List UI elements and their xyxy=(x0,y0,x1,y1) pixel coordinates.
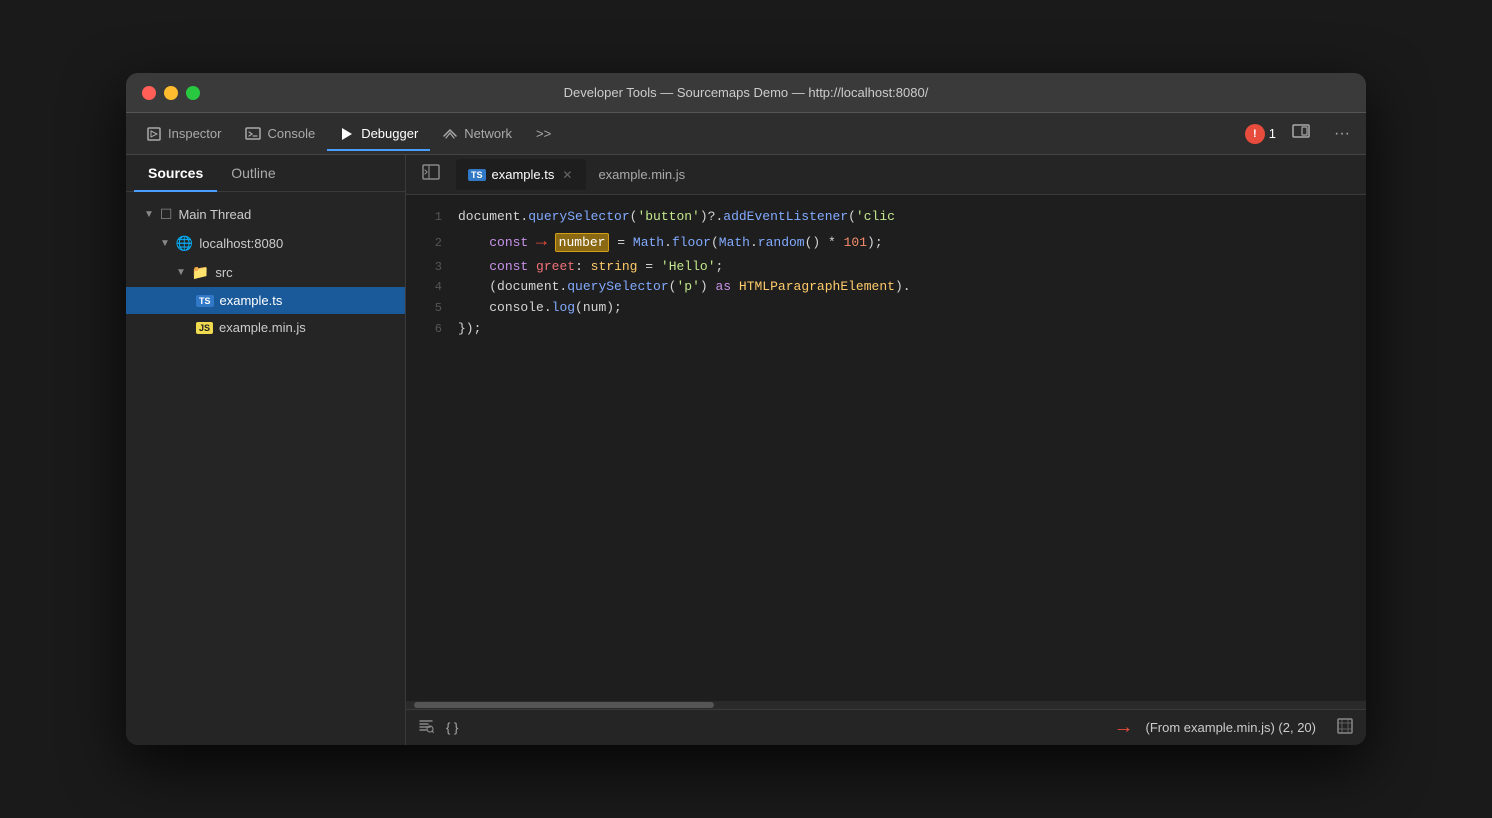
more-tools-icon: ··· xyxy=(1334,125,1350,142)
code-line-1: 1 document.querySelector('button')?.addE… xyxy=(406,207,1366,228)
scrollbar-thumb[interactable] xyxy=(414,702,714,708)
tab-debugger[interactable]: Debugger xyxy=(327,118,430,150)
tab-inspector-label: Inspector xyxy=(168,126,221,141)
network-icon xyxy=(442,126,458,142)
code-line-6: 6 }); xyxy=(406,319,1366,340)
line-number-1: 1 xyxy=(414,208,442,227)
editor-tab-minjs-label: example.min.js xyxy=(598,167,685,182)
main-thread-chevron: ▼ xyxy=(144,209,154,220)
arrow-line2: → xyxy=(536,228,547,257)
tree-file-example-min-js[interactable]: JS example.min.js xyxy=(126,314,405,341)
line-number-4: 4 xyxy=(414,278,442,297)
source-map-info: (From example.min.js) (2, 20) xyxy=(1146,720,1316,735)
code-content-6: }); xyxy=(458,319,1358,340)
map-toggle-button[interactable] xyxy=(1336,717,1354,738)
traffic-lights xyxy=(142,86,200,100)
main-thread-folder-icon: ☐ xyxy=(160,206,173,223)
tab-more-label: >> xyxy=(536,126,551,141)
error-count: 1 xyxy=(1269,126,1276,141)
sourcemap-arrow-icon: → xyxy=(1114,716,1134,739)
more-tools-button[interactable]: ··· xyxy=(1326,121,1358,147)
editor-tabs: TS example.ts ✕ example.min.js xyxy=(406,155,1366,195)
main-thread-label: Main Thread xyxy=(178,207,251,222)
close-tab-button[interactable]: ✕ xyxy=(560,168,574,182)
sidebar-sources-label: Sources xyxy=(148,165,203,181)
main-content: Sources Outline ▼ ☐ Main Thread ▼ xyxy=(126,155,1366,745)
error-badge: ! xyxy=(1245,124,1265,144)
editor-tab-ts-label: example.ts xyxy=(492,167,555,182)
code-editor[interactable]: 1 document.querySelector('button')?.addE… xyxy=(406,195,1366,701)
close-button[interactable] xyxy=(142,86,156,100)
title-bar: Developer Tools — Sourcemaps Demo — http… xyxy=(126,73,1366,113)
tab-network[interactable]: Network xyxy=(430,118,524,150)
tree-main-thread[interactable]: ▼ ☐ Main Thread xyxy=(126,200,405,229)
tree-localhost[interactable]: ▼ 🌐 localhost:8080 xyxy=(126,229,405,258)
code-content-4: (document.querySelector('p') as HTMLPara… xyxy=(458,277,1358,298)
localhost-label: localhost:8080 xyxy=(199,236,283,251)
line-number-3: 3 xyxy=(414,258,442,277)
format-icon[interactable] xyxy=(418,718,434,737)
ts-badge: TS xyxy=(196,295,214,307)
editor-ts-badge: TS xyxy=(468,169,486,181)
debugger-icon xyxy=(339,126,355,142)
tree-src-folder[interactable]: ▼ 📁 src xyxy=(126,258,405,287)
src-chevron: ▼ xyxy=(176,267,186,278)
editor-tab-example-min-js[interactable]: example.min.js xyxy=(586,159,697,190)
code-line-5: 5 console.log(num); xyxy=(406,298,1366,319)
code-line-3: 3 const greet: string = 'Hello'; xyxy=(406,257,1366,278)
error-indicator[interactable]: ! 1 xyxy=(1245,124,1276,144)
sidebar-tab-outline[interactable]: Outline xyxy=(217,155,289,191)
line-number-2: 2 xyxy=(414,234,442,253)
editor-area: TS example.ts ✕ example.min.js 1 documen… xyxy=(406,155,1366,745)
tab-inspector[interactable]: Inspector xyxy=(134,118,233,150)
sidebar-tab-sources[interactable]: Sources xyxy=(134,155,217,191)
maximize-button[interactable] xyxy=(186,86,200,100)
sidebar-outline-label: Outline xyxy=(231,165,275,181)
example-ts-label: example.ts xyxy=(220,293,283,308)
minimize-button[interactable] xyxy=(164,86,178,100)
code-scrollbar[interactable] xyxy=(406,701,1366,709)
highlighted-var: number xyxy=(555,233,610,252)
code-content-3: const greet: string = 'Hello'; xyxy=(458,257,1358,278)
tab-more-button[interactable]: >> xyxy=(524,118,563,149)
code-content-5: console.log(num); xyxy=(458,298,1358,319)
sidebar-tabs: Sources Outline xyxy=(126,155,405,192)
inspector-icon xyxy=(146,126,162,142)
console-icon xyxy=(245,126,261,142)
code-line-2: 2 const → number = Math.floor(Math.rando… xyxy=(406,228,1366,257)
file-tree: ▼ ☐ Main Thread ▼ 🌐 localhost:8080 ▼ 📁 s xyxy=(126,192,405,745)
tree-file-example-ts[interactable]: TS example.ts xyxy=(126,287,405,314)
tab-debugger-label: Debugger xyxy=(361,126,418,141)
example-min-js-label: example.min.js xyxy=(219,320,306,335)
tab-console[interactable]: Console xyxy=(233,118,327,150)
line-number-5: 5 xyxy=(414,299,442,318)
tab-bar: Inspector Console Debugger xyxy=(126,113,1366,155)
editor-tab-example-ts[interactable]: TS example.ts ✕ xyxy=(456,159,586,190)
src-label: src xyxy=(215,265,232,280)
code-line-4: 4 (document.querySelector('p') as HTMLPa… xyxy=(406,277,1366,298)
tab-network-label: Network xyxy=(464,126,512,141)
window-title: Developer Tools — Sourcemaps Demo — http… xyxy=(564,85,929,100)
responsive-design-button[interactable] xyxy=(1284,118,1318,149)
tab-console-label: Console xyxy=(267,126,315,141)
js-badge: JS xyxy=(196,322,213,334)
line-number-6: 6 xyxy=(414,320,442,339)
braces-button[interactable]: { } xyxy=(446,720,458,735)
src-folder-icon: 📁 xyxy=(192,264,209,281)
code-content-2: const → number = Math.floor(Math.random(… xyxy=(458,228,1358,257)
code-content-1: document.querySelector('button')?.addEve… xyxy=(458,207,1358,228)
tab-bar-right: ! 1 ··· xyxy=(1245,118,1358,149)
globe-icon: 🌐 xyxy=(176,235,193,252)
editor-bottom-bar: { } → (From example.min.js) (2, 20) xyxy=(406,709,1366,745)
toggle-sidebar-button[interactable] xyxy=(414,159,448,190)
sidebar: Sources Outline ▼ ☐ Main Thread ▼ xyxy=(126,155,406,745)
devtools-window: Developer Tools — Sourcemaps Demo — http… xyxy=(126,73,1366,745)
localhost-chevron: ▼ xyxy=(160,238,170,249)
